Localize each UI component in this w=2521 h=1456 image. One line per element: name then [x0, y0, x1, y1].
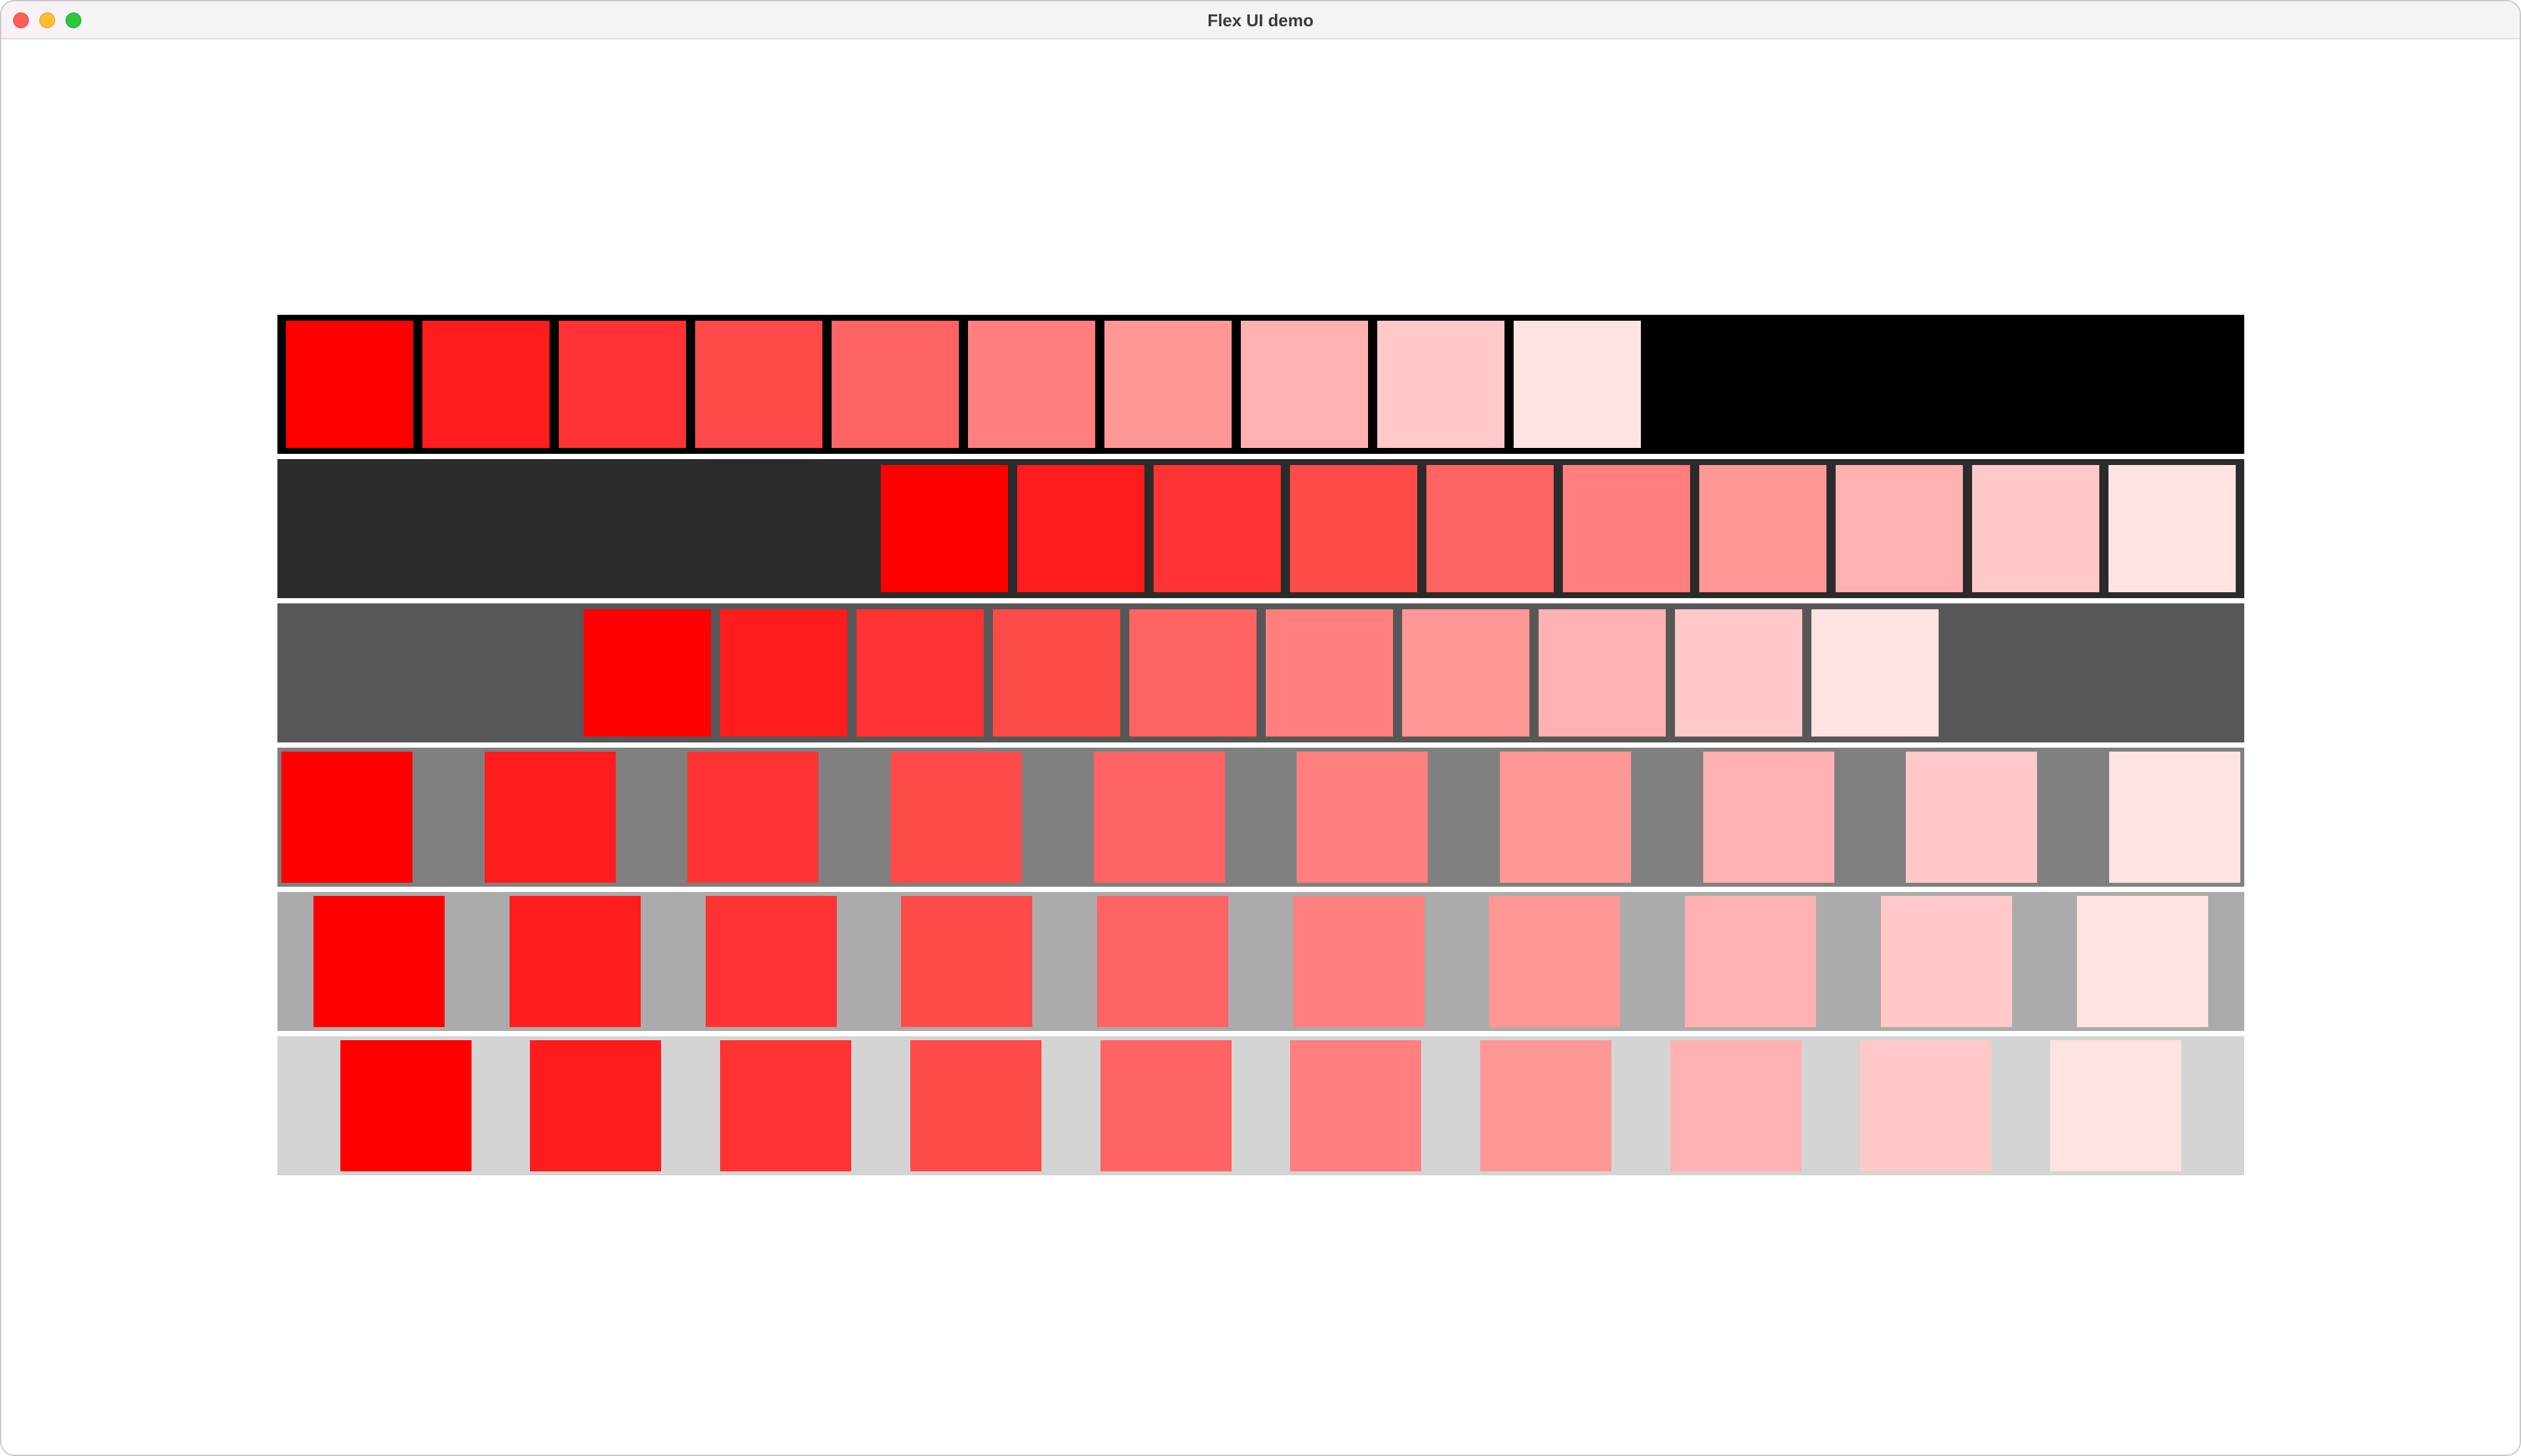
- color-box: [578, 605, 716, 741]
- color-box: [1860, 1040, 1992, 1171]
- color-box: [1509, 316, 1645, 453]
- color-box: [1670, 1040, 1802, 1171]
- color-box: [901, 896, 1033, 1027]
- color-box: [1880, 896, 2012, 1027]
- color-box: [1480, 1040, 1612, 1171]
- color-box: [1499, 752, 1631, 883]
- color-box: [988, 605, 1125, 741]
- color-box: [715, 605, 852, 741]
- flex-rows-stack: [277, 315, 2244, 1181]
- color-box: [2104, 460, 2240, 597]
- color-box: [1149, 460, 1285, 597]
- color-box: [851, 605, 988, 741]
- color-box: [1806, 605, 1943, 741]
- row-center: [277, 603, 2244, 742]
- color-box: [827, 316, 963, 453]
- color-box: [1290, 1040, 1422, 1171]
- color-box: [340, 1040, 472, 1171]
- row-space-between: [277, 748, 2244, 887]
- color-box: [1373, 316, 1509, 453]
- color-box: [1097, 896, 1229, 1027]
- color-box: [281, 316, 418, 453]
- color-box: [1906, 752, 2038, 883]
- row-flex-end: [277, 459, 2244, 598]
- color-box: [1695, 460, 1831, 597]
- color-box: [1397, 605, 1534, 741]
- color-box: [1124, 605, 1261, 741]
- color-box: [1831, 460, 1967, 597]
- content-area: [1, 39, 2520, 1455]
- color-box: [1422, 460, 1558, 597]
- window-title: Flex UI demo: [1207, 10, 1314, 30]
- color-box: [313, 896, 445, 1027]
- color-box: [484, 752, 616, 883]
- app-window: Flex UI demo: [0, 0, 2521, 1456]
- color-box: [1489, 896, 1621, 1027]
- color-box: [1967, 460, 2104, 597]
- color-box: [1100, 1040, 1232, 1171]
- color-box: [1100, 316, 1236, 453]
- color-box: [1236, 316, 1373, 453]
- color-box: [876, 460, 1013, 597]
- color-box: [1093, 752, 1225, 883]
- color-box: [910, 1040, 1041, 1171]
- color-box: [963, 316, 1100, 453]
- color-box: [1558, 460, 1695, 597]
- color-box: [2108, 752, 2240, 883]
- color-box: [1293, 896, 1424, 1027]
- color-box: [1297, 752, 1428, 883]
- color-box: [687, 752, 819, 883]
- color-box: [1260, 605, 1398, 741]
- color-box: [2076, 896, 2208, 1027]
- color-box: [691, 316, 827, 453]
- color-box: [2050, 1040, 2182, 1171]
- row-space-evenly: [277, 1036, 2244, 1175]
- color-box: [418, 316, 554, 453]
- color-box: [720, 1040, 852, 1171]
- color-box: [890, 752, 1022, 883]
- color-box: [1285, 460, 1422, 597]
- color-box: [1533, 605, 1670, 741]
- color-box: [530, 1040, 662, 1171]
- row-space-around: [277, 892, 2244, 1031]
- color-box: [1670, 605, 1807, 741]
- color-box: [705, 896, 837, 1027]
- color-box: [510, 896, 641, 1027]
- color-box: [1685, 896, 1817, 1027]
- color-box: [554, 316, 691, 453]
- color-box: [1013, 460, 1149, 597]
- row-flex-start: [277, 315, 2244, 454]
- color-box: [1703, 752, 1834, 883]
- title-bar[interactable]: Flex UI demo: [1, 1, 2520, 39]
- color-box: [281, 752, 413, 883]
